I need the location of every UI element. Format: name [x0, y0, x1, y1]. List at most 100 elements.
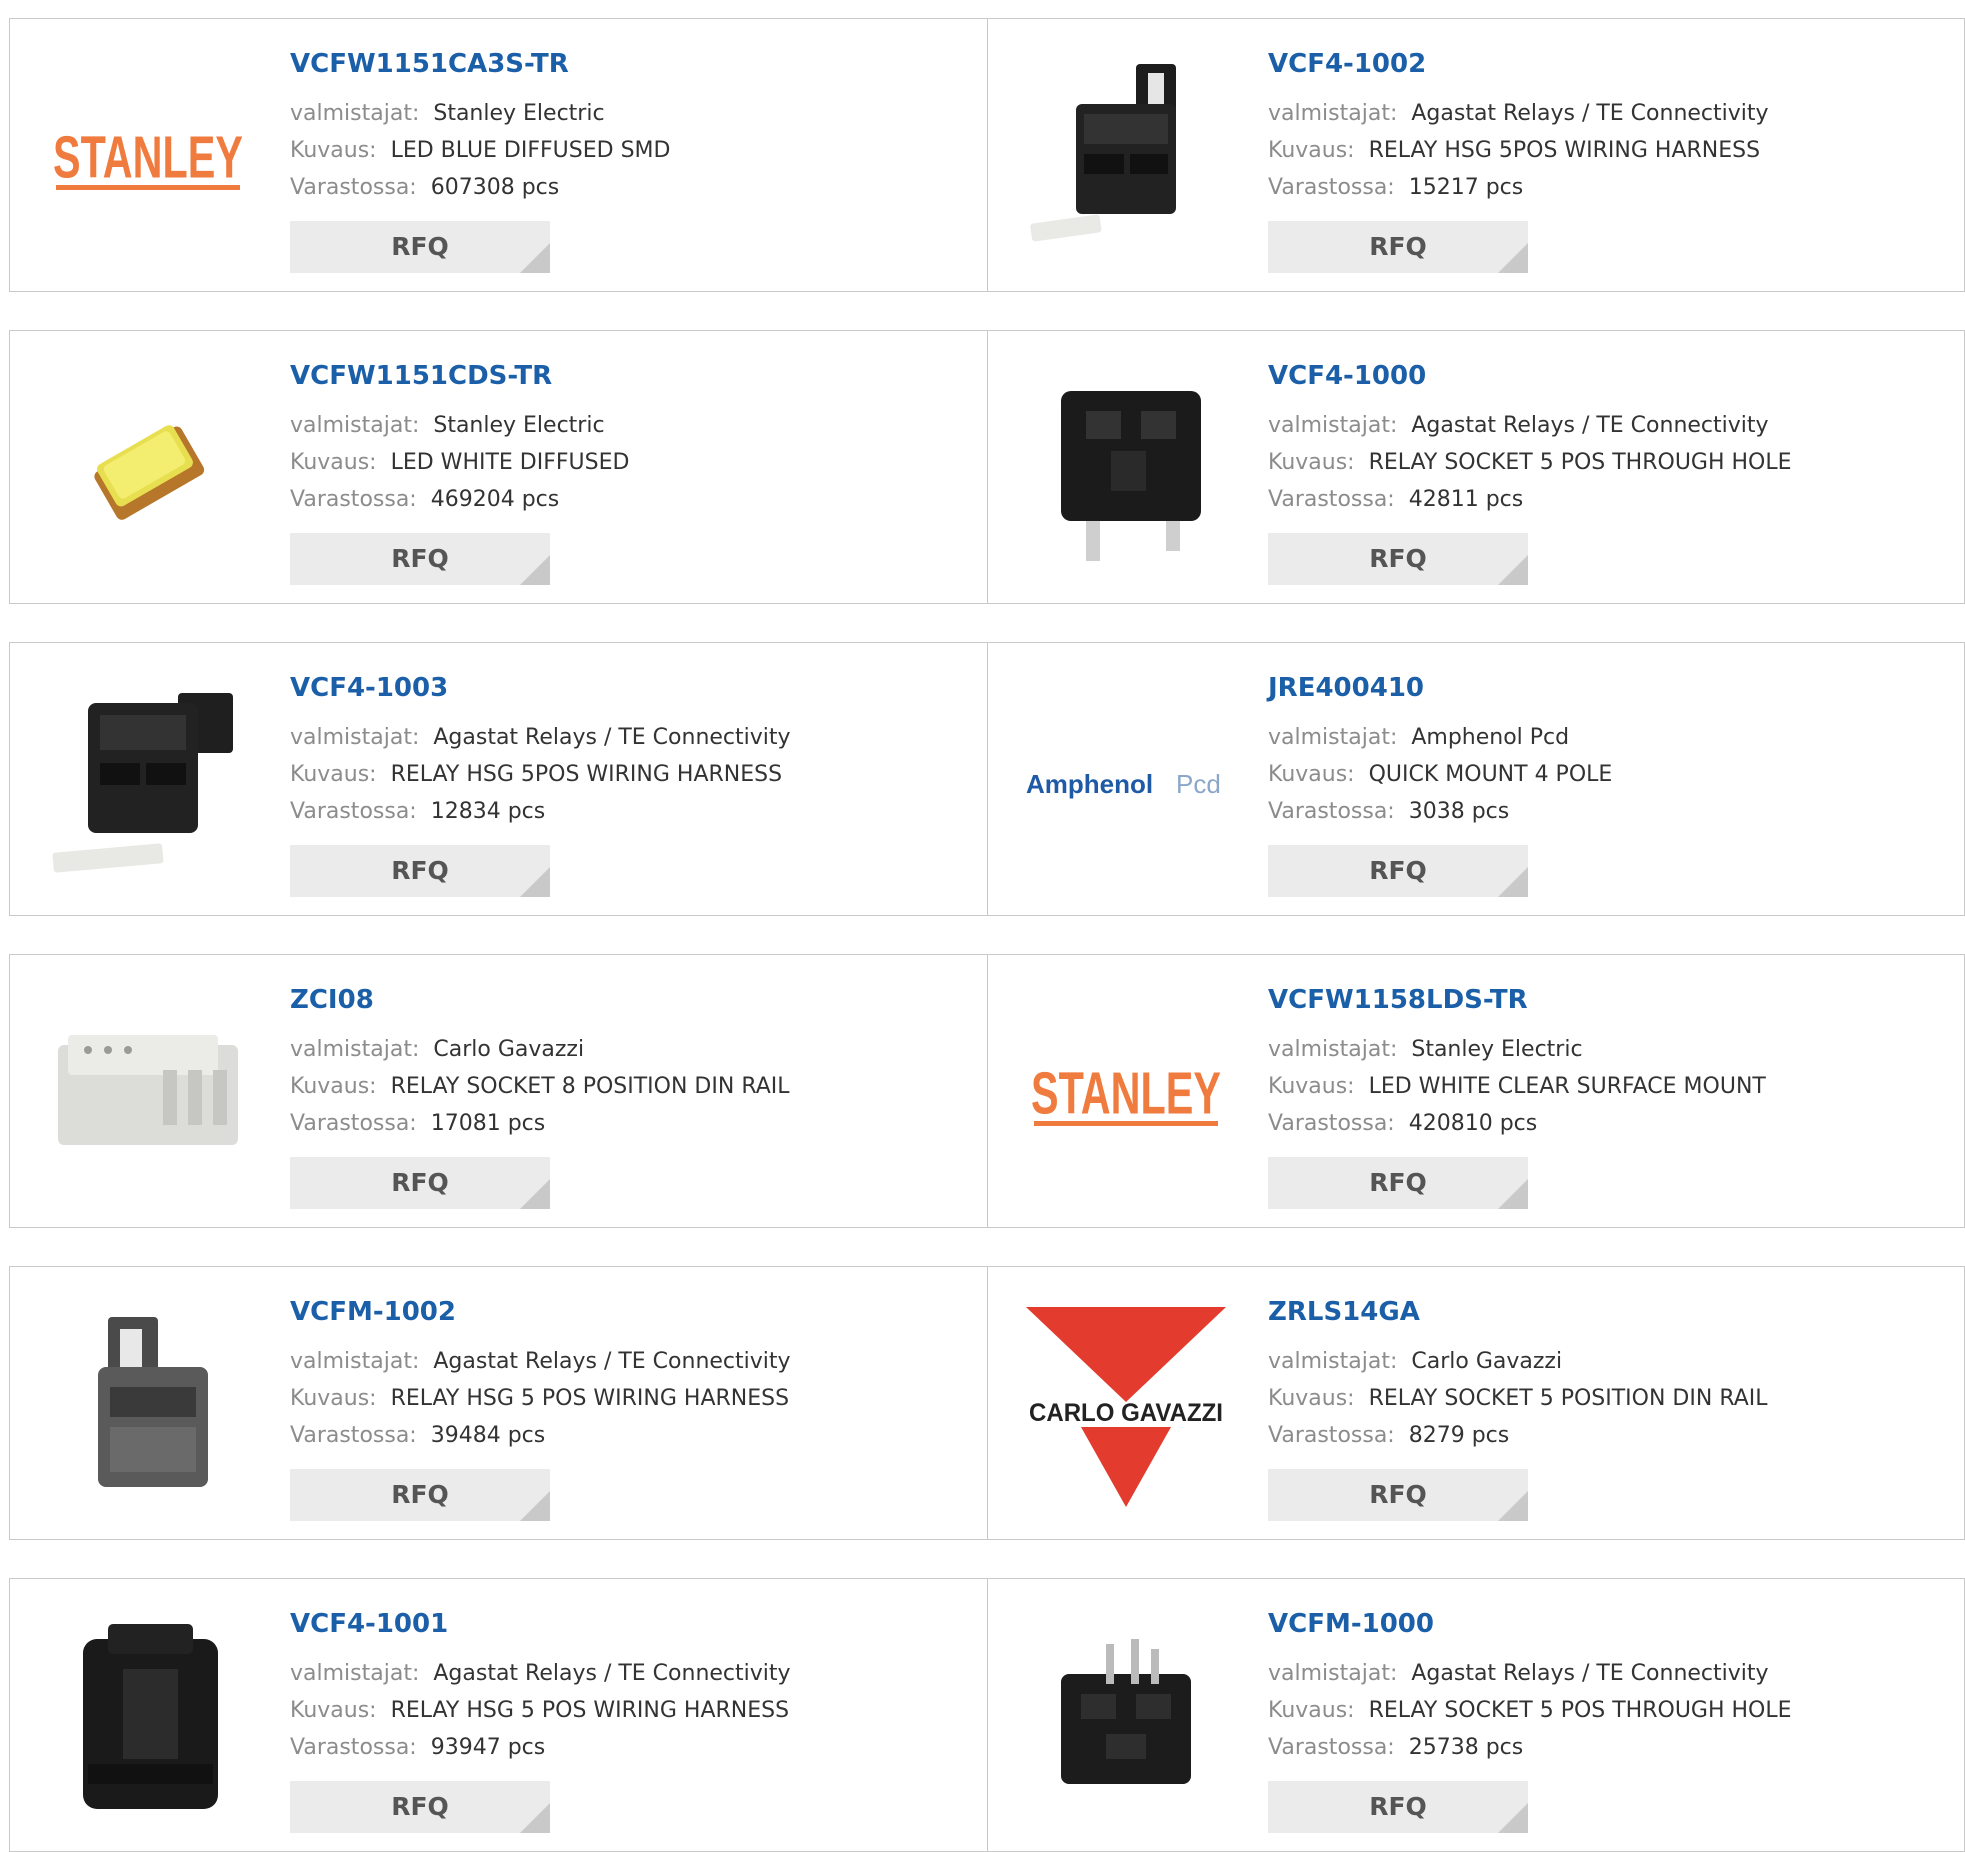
- corner-triangle-icon: [1498, 555, 1528, 585]
- manufacturer-row: valmistajat: Agastat Relays / TE Connecti…: [1268, 1655, 1954, 1692]
- manufacturer-value: Stanley Electric: [433, 101, 605, 126]
- part-number-link[interactable]: JRE400410: [1268, 671, 1954, 705]
- product-image[interactable]: Amphenol Pcd: [1026, 683, 1226, 883]
- stock-label: Varastossa:: [1268, 1111, 1395, 1136]
- stock-row: Varastossa: 15217 pcs: [1268, 169, 1954, 206]
- description-value: RELAY HSG 5POS WIRING HARNESS: [1368, 138, 1761, 163]
- product-card-vcfm-1000: VCFM-1000 valmistajat: Agastat Relays / T…: [987, 1578, 1965, 1852]
- product-image[interactable]: STANLEY: [48, 59, 248, 259]
- description-value: LED WHITE CLEAR SURFACE MOUNT: [1368, 1074, 1766, 1099]
- product-grid: STANLEY VCFW1151CA3S-TR valmistajat: Stan…: [9, 18, 1965, 1852]
- product-card-vcfw1158lds-tr: STANLEY VCFW1158LDS-TR valmistajat: Stanl…: [987, 954, 1965, 1228]
- manufacturer-row: valmistajat: Carlo Gavazzi: [290, 1031, 977, 1068]
- stock-label: Varastossa:: [290, 487, 417, 512]
- smd-led-yellow-icon: [94, 425, 205, 520]
- manufacturer-value: Amphenol Pcd: [1411, 725, 1570, 750]
- stock-value: 93947 pcs: [430, 1735, 546, 1760]
- description-row: Kuvaus: RELAY SOCKET 5 POSITION DIN RAIL: [1268, 1380, 1954, 1417]
- rfq-button[interactable]: RFQ: [1268, 845, 1528, 897]
- product-image[interactable]: STANLEY: [1026, 995, 1226, 1195]
- rfq-label: RFQ: [1369, 1792, 1427, 1821]
- product-image[interactable]: [48, 1619, 248, 1819]
- rfq-button[interactable]: RFQ: [290, 1469, 550, 1521]
- part-number-link[interactable]: VCF4-1001: [290, 1607, 977, 1641]
- stock-value: 420810 pcs: [1408, 1111, 1538, 1136]
- product-image[interactable]: [48, 995, 248, 1195]
- part-number-link[interactable]: VCF4-1002: [1268, 47, 1954, 81]
- rfq-button[interactable]: RFQ: [290, 1157, 550, 1209]
- part-number-link[interactable]: ZRLS14GA: [1268, 1295, 1954, 1329]
- manufacturer-label: valmistajat:: [290, 101, 420, 126]
- description-label: Kuvaus:: [1268, 450, 1355, 475]
- manufacturer-row: valmistajat: Agastat Relays / TE Connecti…: [290, 719, 977, 756]
- part-number-link[interactable]: ZCI08: [290, 983, 977, 1017]
- description-row: Kuvaus: RELAY HSG 5 POS WIRING HARNESS: [290, 1692, 977, 1729]
- product-info: VCFW1151CDS-TR valmistajat: Stanley Elect…: [290, 359, 977, 518]
- part-number-link[interactable]: VCFW1158LDS-TR: [1268, 983, 1954, 1017]
- din-socket-white-icon: [58, 1035, 238, 1145]
- carlo-gavazzi-logo-icon: CARLO GAVAZZI: [1026, 1307, 1226, 1507]
- rfq-button[interactable]: RFQ: [290, 533, 550, 585]
- product-image[interactable]: [1026, 1619, 1226, 1819]
- relay-housing-black-icon: [83, 1624, 218, 1809]
- part-number-link[interactable]: VCFW1151CA3S-TR: [290, 47, 977, 81]
- rfq-label: RFQ: [391, 856, 449, 885]
- description-label: Kuvaus:: [1268, 138, 1355, 163]
- product-info: VCF4-1000 valmistajat: Agastat Relays / T…: [1268, 359, 1954, 518]
- product-info: VCFM-1002 valmistajat: Agastat Relays / T…: [290, 1295, 977, 1454]
- product-info: ZRLS14GA valmistajat: Carlo Gavazzi Kuvau…: [1268, 1295, 1954, 1454]
- manufacturer-label: valmistajat:: [290, 1661, 420, 1686]
- description-label: Kuvaus:: [290, 1074, 377, 1099]
- rfq-button[interactable]: RFQ: [1268, 1781, 1528, 1833]
- stock-value: 3038 pcs: [1408, 799, 1510, 824]
- product-info: VCF4-1001 valmistajat: Agastat Relays / T…: [290, 1607, 977, 1766]
- manufacturer-value: Stanley Electric: [433, 413, 605, 438]
- product-image[interactable]: [48, 1307, 248, 1507]
- rfq-button[interactable]: RFQ: [1268, 1157, 1528, 1209]
- manufacturer-label: valmistajat:: [290, 725, 420, 750]
- rfq-button[interactable]: RFQ: [290, 221, 550, 273]
- product-image[interactable]: CARLO GAVAZZI: [1026, 1307, 1226, 1507]
- manufacturer-label: valmistajat:: [1268, 1661, 1398, 1686]
- rfq-button[interactable]: RFQ: [1268, 221, 1528, 273]
- rfq-button[interactable]: RFQ: [290, 845, 550, 897]
- description-value: LED WHITE DIFFUSED: [390, 450, 630, 475]
- description-row: Kuvaus: RELAY SOCKET 8 POSITION DIN RAIL: [290, 1068, 977, 1105]
- manufacturer-row: valmistajat: Stanley Electric: [290, 407, 977, 444]
- description-row: Kuvaus: LED BLUE DIFFUSED SMD: [290, 132, 977, 169]
- product-info: JRE400410 valmistajat: Amphenol Pcd Kuvau…: [1268, 671, 1954, 830]
- product-image[interactable]: [1026, 59, 1226, 259]
- product-card-vcf4-1002: VCF4-1002 valmistajat: Agastat Relays / T…: [987, 18, 1965, 292]
- part-number-link[interactable]: VCF4-1003: [290, 671, 977, 705]
- corner-triangle-icon: [1498, 1803, 1528, 1833]
- product-image[interactable]: [1026, 371, 1226, 571]
- rfq-button[interactable]: RFQ: [290, 1781, 550, 1833]
- part-number-link[interactable]: VCFW1151CDS-TR: [290, 359, 977, 393]
- rfq-button[interactable]: RFQ: [1268, 1469, 1528, 1521]
- manufacturer-label: valmistajat:: [1268, 413, 1398, 438]
- manufacturer-value: Agastat Relays / TE Connectivity: [433, 1349, 791, 1374]
- product-image[interactable]: [48, 371, 248, 571]
- stanley-logo-icon: STANLEY: [53, 123, 243, 190]
- description-row: Kuvaus: LED WHITE DIFFUSED: [290, 444, 977, 481]
- stock-row: Varastossa: 17081 pcs: [290, 1105, 977, 1142]
- manufacturer-label: valmistajat:: [1268, 101, 1398, 126]
- product-card-vcf4-1003: VCF4-1003 valmistajat: Agastat Relays / T…: [9, 642, 987, 916]
- part-number-link[interactable]: VCFM-1000: [1268, 1607, 1954, 1641]
- rfq-label: RFQ: [1369, 544, 1427, 573]
- manufacturer-value: Agastat Relays / TE Connectivity: [433, 725, 791, 750]
- stock-label: Varastossa:: [1268, 1735, 1395, 1760]
- rfq-button[interactable]: RFQ: [1268, 533, 1528, 585]
- stock-value: 25738 pcs: [1408, 1735, 1524, 1760]
- part-number-link[interactable]: VCFM-1002: [290, 1295, 977, 1329]
- description-value: QUICK MOUNT 4 POLE: [1368, 762, 1613, 787]
- stock-row: Varastossa: 420810 pcs: [1268, 1105, 1954, 1142]
- corner-triangle-icon: [520, 1803, 550, 1833]
- stock-label: Varastossa:: [290, 175, 417, 200]
- part-number-link[interactable]: VCF4-1000: [1268, 359, 1954, 393]
- stock-value: 12834 pcs: [430, 799, 546, 824]
- rfq-label: RFQ: [1369, 1480, 1427, 1509]
- product-image[interactable]: [48, 683, 248, 883]
- corner-triangle-icon: [1498, 867, 1528, 897]
- description-row: Kuvaus: RELAY HSG 5 POS WIRING HARNESS: [290, 1380, 977, 1417]
